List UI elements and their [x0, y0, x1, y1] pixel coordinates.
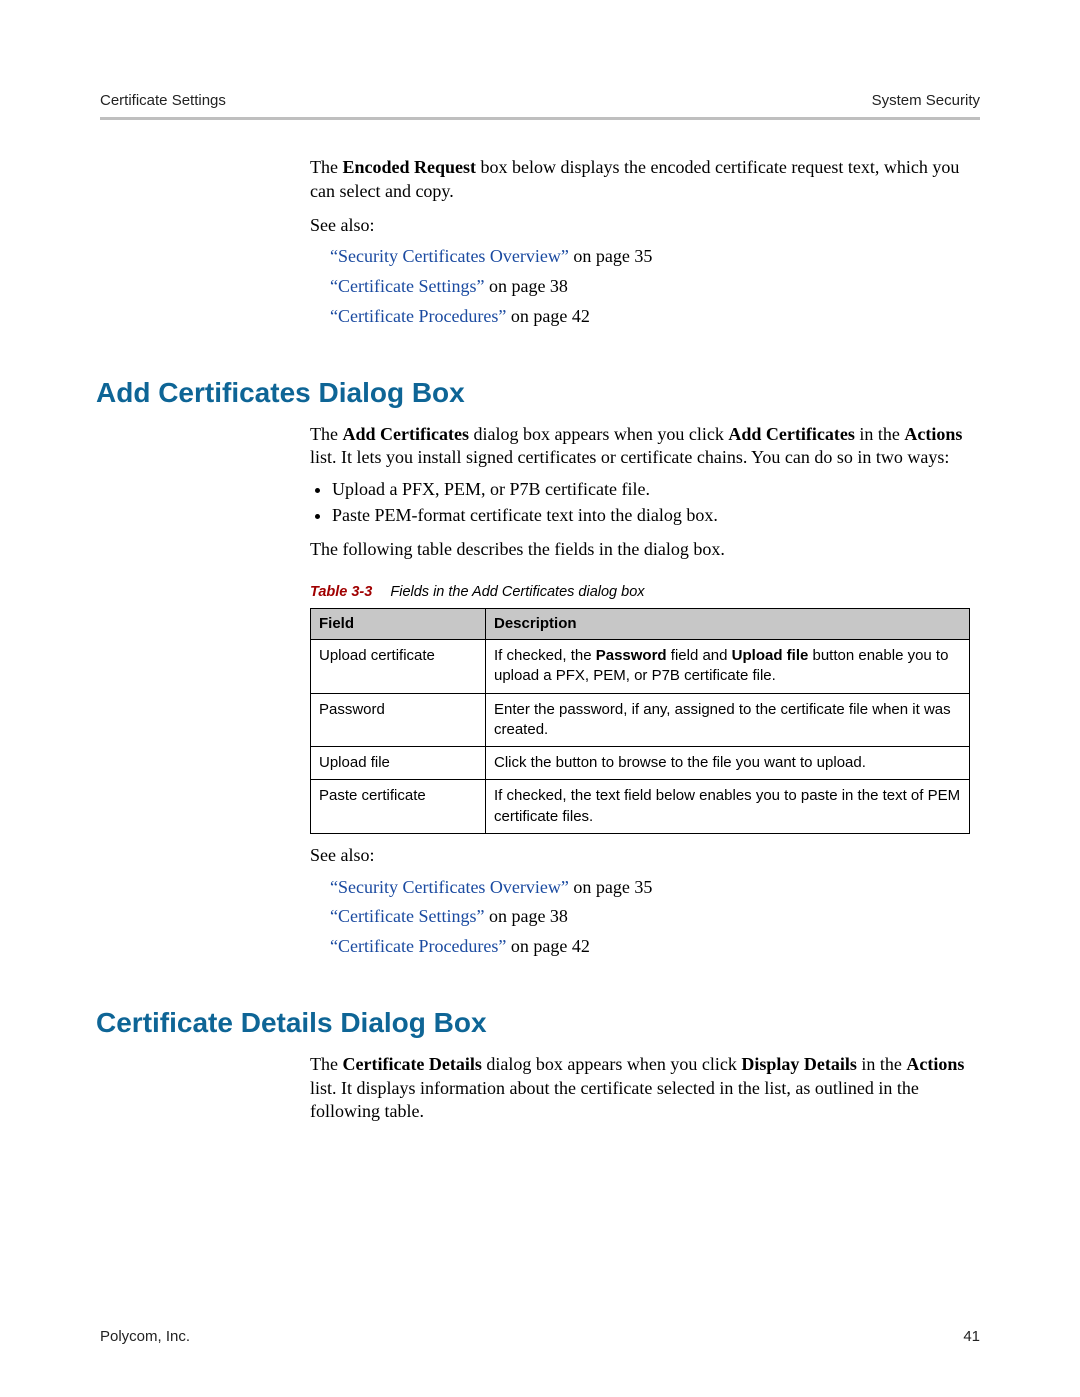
xref-line: “Certificate Procedures” on page 42: [330, 935, 970, 959]
text-bold: Display Details: [741, 1054, 857, 1074]
table-row: Paste certificate If checked, the text f…: [311, 780, 970, 834]
xref-suffix: on page 42: [506, 306, 589, 326]
xref-suffix: on page 42: [506, 936, 589, 956]
xref-link[interactable]: “Certificate Procedures”: [330, 306, 506, 326]
text: in the: [857, 1054, 907, 1074]
table-caption-label: Table 3-3: [310, 584, 372, 600]
text: list. It displays information about the …: [310, 1078, 919, 1122]
list-item: Paste PEM-format certificate text into t…: [332, 504, 970, 528]
table-row: Upload file Click the button to browse t…: [311, 747, 970, 780]
page: Certificate Settings System Security The…: [0, 0, 1080, 1397]
text-bold: Certificate Details: [342, 1054, 481, 1074]
section1-body: The Add Certificates dialog box appears …: [310, 423, 970, 959]
see-also-label: See also:: [310, 844, 970, 868]
table-header-field: Field: [311, 609, 486, 640]
text: dialog box appears when you click: [469, 424, 728, 444]
text: list. It lets you install signed certifi…: [310, 447, 949, 467]
text: If checked, the: [494, 647, 596, 664]
list-item: Upload a PFX, PEM, or P7B certificate fi…: [332, 478, 970, 502]
section1-bullets: Upload a PFX, PEM, or P7B certificate fi…: [310, 478, 970, 528]
xref-link[interactable]: “Security Certificates Overview”: [330, 877, 569, 897]
table-cell-description: Click the button to browse to the file y…: [486, 747, 970, 780]
text: The: [310, 1054, 342, 1074]
body-content: The Encoded Request box below displays t…: [310, 156, 970, 329]
section1-paragraph1: The Add Certificates dialog box appears …: [310, 423, 970, 471]
text: The: [310, 424, 342, 444]
footer-left: Polycom, Inc.: [100, 1328, 190, 1345]
table-header-description: Description: [486, 609, 970, 640]
table-caption-text: Fields in the Add Certificates dialog bo…: [390, 584, 644, 600]
text-bold: Add Certificates: [342, 424, 468, 444]
header-rule: [100, 117, 980, 120]
xref-link[interactable]: “Security Certificates Overview”: [330, 246, 569, 266]
table-cell-description: Enter the password, if any, assigned to …: [486, 693, 970, 747]
xref-line: “Certificate Settings” on page 38: [330, 905, 970, 929]
intro-paragraph: The Encoded Request box below displays t…: [310, 156, 970, 204]
text-bold: Add Certificates: [728, 424, 854, 444]
header-right: System Security: [872, 92, 980, 109]
see-also-links-1: “Security Certificates Overview” on page…: [330, 245, 970, 328]
xref-line: “Security Certificates Overview” on page…: [330, 876, 970, 900]
text: field and: [667, 647, 732, 664]
page-footer: Polycom, Inc. 41: [100, 1328, 980, 1345]
table-cell-field: Upload certificate: [311, 640, 486, 694]
text-bold: Actions: [906, 1054, 964, 1074]
section1-paragraph2: The following table describes the fields…: [310, 538, 970, 562]
section-heading-certificate-details: Certificate Details Dialog Box: [96, 1007, 980, 1039]
table-row: Password Enter the password, if any, ass…: [311, 693, 970, 747]
xref-line: “Certificate Procedures” on page 42: [330, 305, 970, 329]
text-bold: Actions: [904, 424, 962, 444]
section-heading-add-certificates: Add Certificates Dialog Box: [96, 377, 980, 409]
xref-link[interactable]: “Certificate Settings”: [330, 276, 484, 296]
footer-page-number: 41: [963, 1328, 980, 1345]
xref-line: “Certificate Settings” on page 38: [330, 275, 970, 299]
xref-suffix: on page 35: [569, 246, 652, 266]
text: in the: [855, 424, 905, 444]
table-cell-description: If checked, the Password field and Uploa…: [486, 640, 970, 694]
text: The: [310, 157, 342, 177]
xref-link[interactable]: “Certificate Procedures”: [330, 936, 506, 956]
table-cell-field: Paste certificate: [311, 780, 486, 834]
xref-line: “Security Certificates Overview” on page…: [330, 245, 970, 269]
table-cell-description: If checked, the text field below enables…: [486, 780, 970, 834]
xref-suffix: on page 35: [569, 877, 652, 897]
text-bold: Upload file: [732, 647, 809, 664]
xref-suffix: on page 38: [484, 276, 567, 296]
text: dialog box appears when you click: [482, 1054, 741, 1074]
xref-suffix: on page 38: [484, 906, 567, 926]
text-bold: Password: [596, 647, 667, 664]
section2-body: The Certificate Details dialog box appea…: [310, 1053, 970, 1124]
table-caption: Table 3-3 Fields in the Add Certificates…: [310, 583, 970, 602]
fields-table: Field Description Upload certificate If …: [310, 608, 970, 834]
table-row: Upload certificate If checked, the Passw…: [311, 640, 970, 694]
xref-link[interactable]: “Certificate Settings”: [330, 906, 484, 926]
section2-paragraph1: The Certificate Details dialog box appea…: [310, 1053, 970, 1124]
encoded-request-bold: Encoded Request: [342, 157, 476, 177]
page-header: Certificate Settings System Security: [100, 92, 980, 117]
table-cell-field: Upload file: [311, 747, 486, 780]
see-also-label: See also:: [310, 214, 970, 238]
see-also-links-2: “Security Certificates Overview” on page…: [330, 876, 970, 959]
table-cell-field: Password: [311, 693, 486, 747]
header-left: Certificate Settings: [100, 92, 226, 109]
